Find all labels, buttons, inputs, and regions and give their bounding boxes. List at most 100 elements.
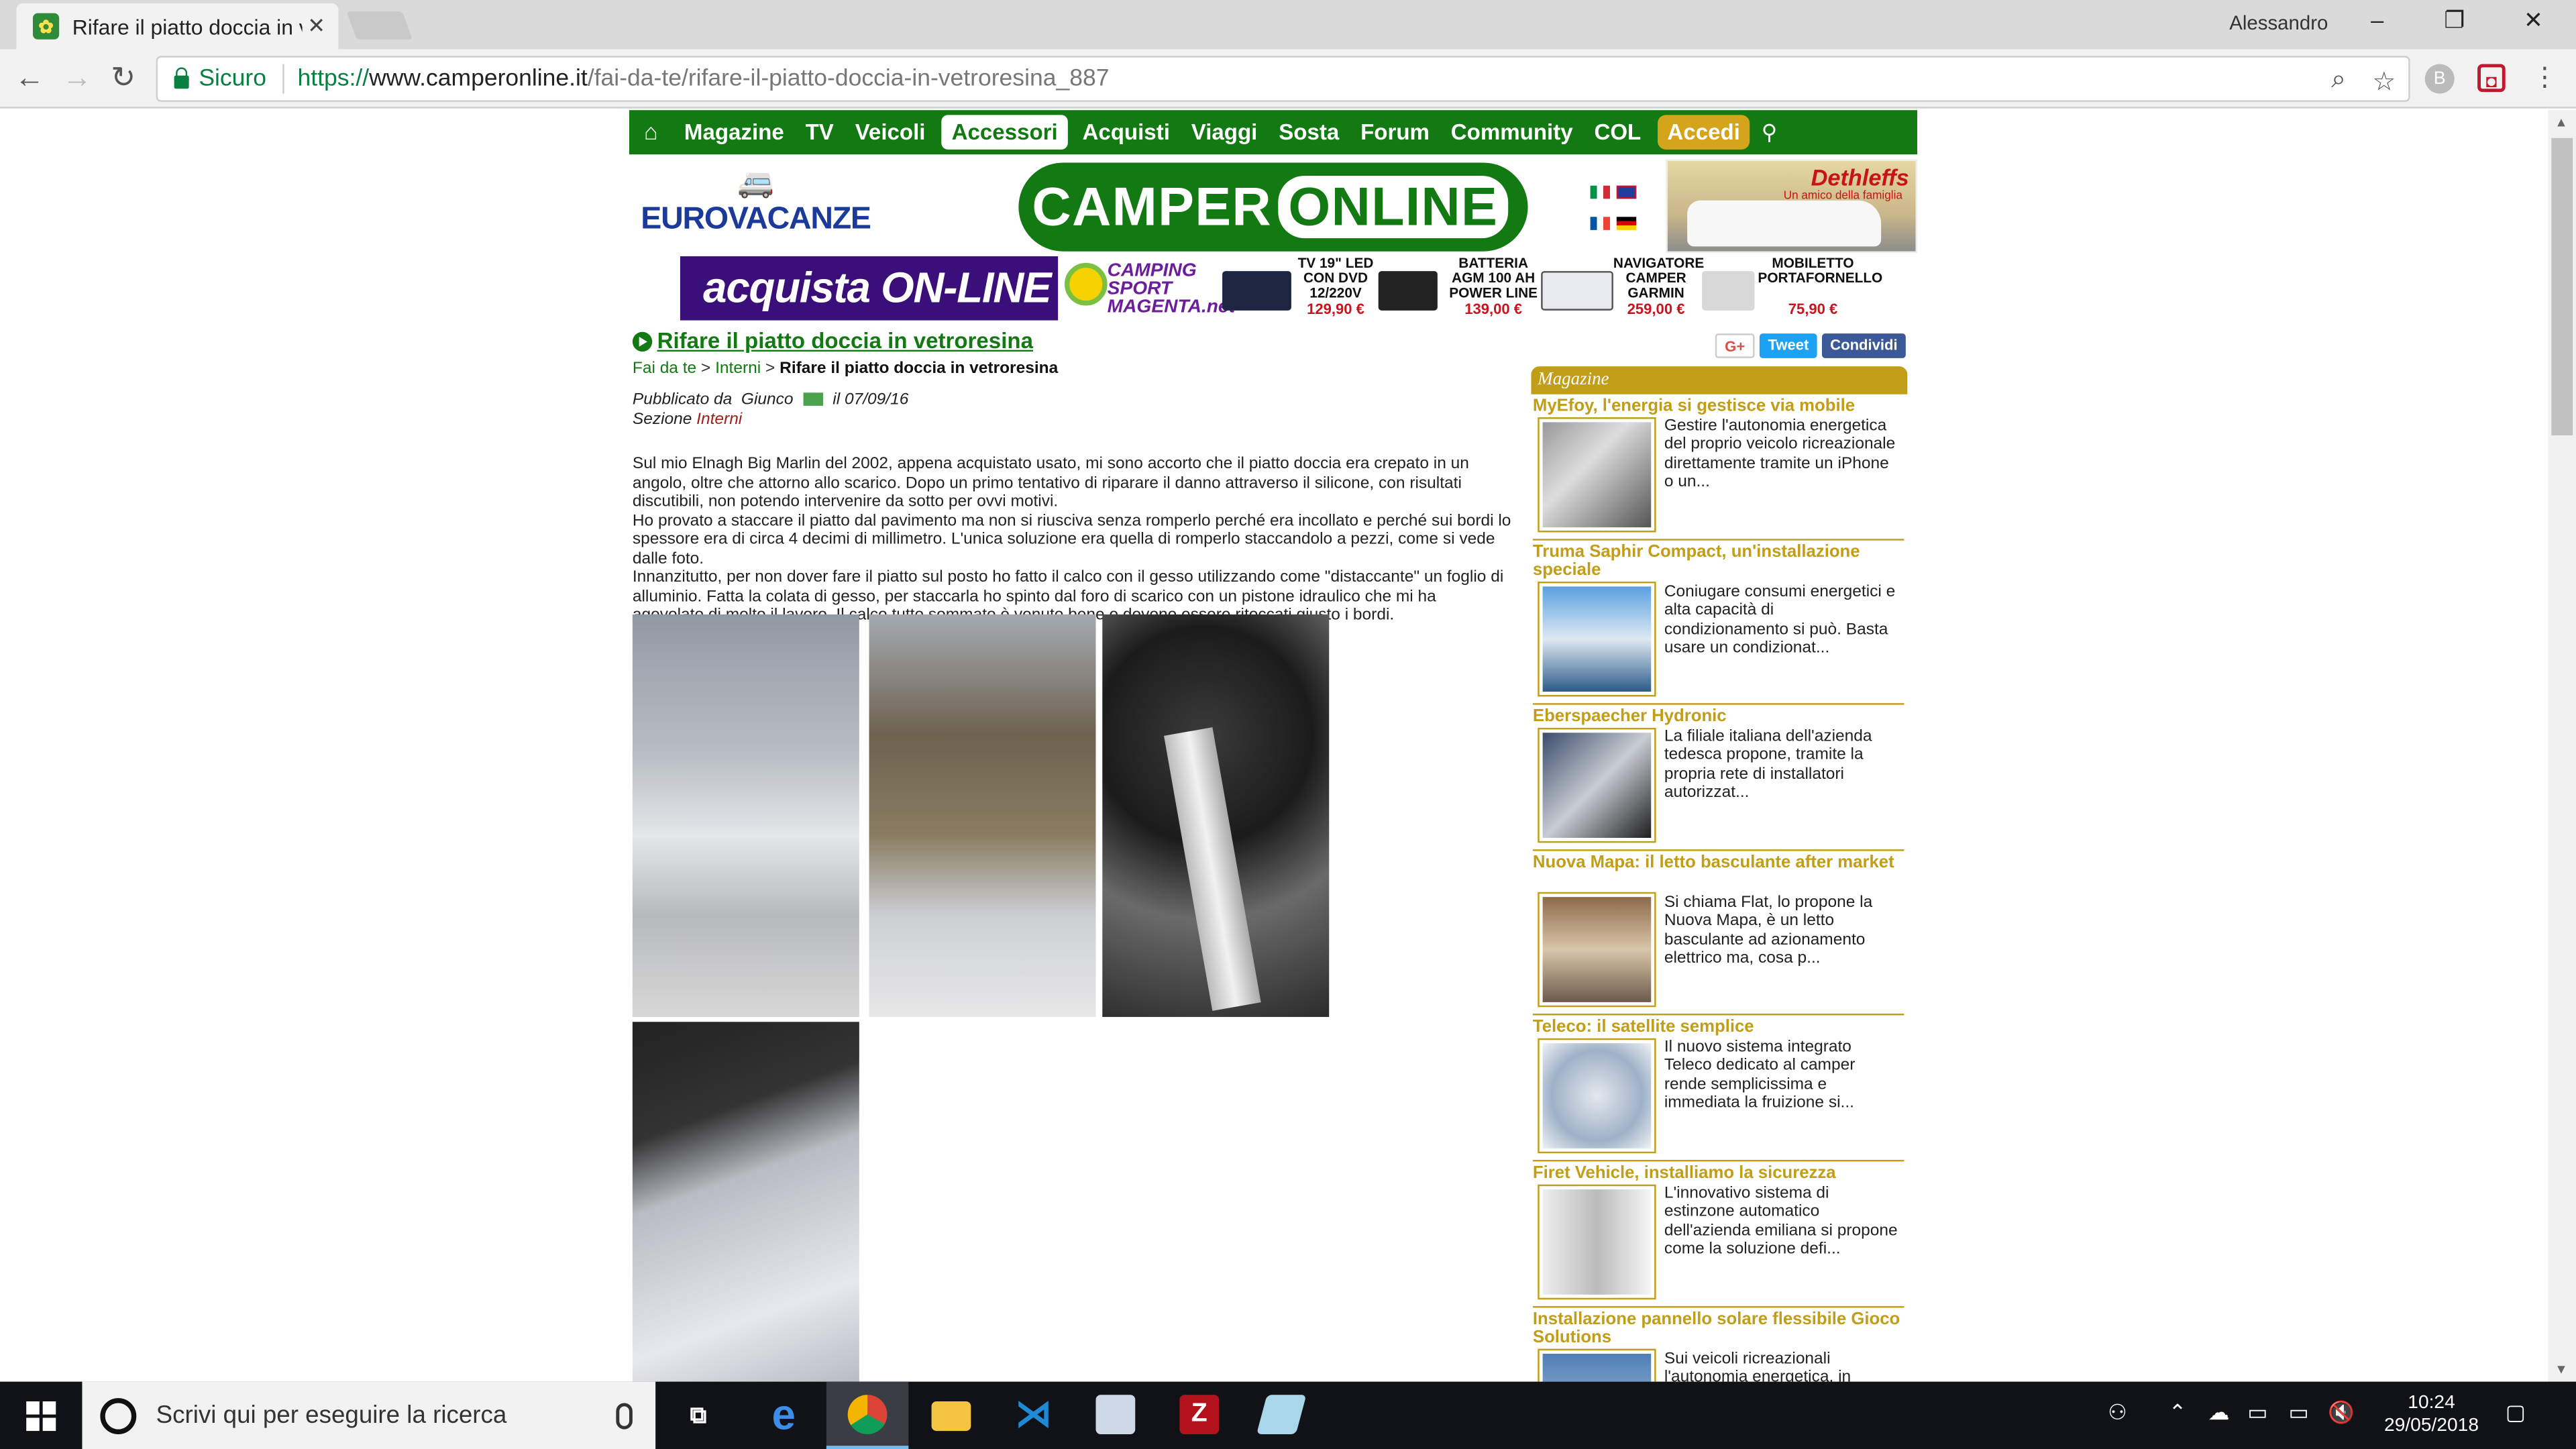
menu-item-accessori[interactable]: Accessori <box>941 115 1068 150</box>
extension-b-icon[interactable]: B <box>2424 64 2455 94</box>
section-link[interactable]: Interni <box>696 411 742 429</box>
magazine-thumb[interactable] <box>1538 1184 1656 1300</box>
magazine-item-title[interactable]: Teleco: il satellite semplice <box>1533 1018 1902 1036</box>
forward-arrow-icon[interactable]: → <box>58 61 97 95</box>
edge-browser-icon[interactable]: e <box>764 1393 804 1436</box>
author[interactable]: Giunco <box>741 391 794 409</box>
zoom-icon[interactable]: ⌕ <box>2331 66 2346 95</box>
menu-dots-icon[interactable]: ⋮ <box>2530 64 2559 94</box>
onedrive-icon[interactable]: ☁ <box>2208 1400 2229 1426</box>
menu-item-sosta[interactable]: Sosta <box>1269 115 1349 149</box>
menu-item-veicoli[interactable]: Veicoli <box>845 115 935 149</box>
breadcrumb-interni[interactable]: Interni <box>715 360 761 378</box>
magazine-thumb[interactable] <box>1538 1348 1656 1382</box>
notifications-icon[interactable]: ▢ <box>2506 1400 2526 1426</box>
magazine-item-title[interactable]: Truma Saphir Compact, un'installazione s… <box>1533 543 1902 580</box>
magazine-item[interactable]: Eberspaecher Hydronic La filiale italian… <box>1532 707 1904 851</box>
filezilla-icon[interactable]: Z <box>1179 1395 1220 1434</box>
menu-item-community[interactable]: Community <box>1441 115 1582 149</box>
chrome-icon[interactable] <box>847 1395 888 1434</box>
close-window-button[interactable]: ✕ <box>2497 7 2569 35</box>
restore-button[interactable]: ❐ <box>2418 7 2491 35</box>
promo-product[interactable]: BATTERIA AGM 100 AH POWER LINE 139,00 € <box>1378 256 1543 321</box>
tweet-button[interactable]: Tweet <box>1760 333 1817 358</box>
battery-icon[interactable]: ▭ <box>2247 1400 2267 1426</box>
magazine-thumb[interactable] <box>1538 581 1656 697</box>
magazine-item[interactable]: Nuova Mapa: il letto basculante after ma… <box>1532 853 1904 1016</box>
promo-product[interactable]: NAVIGATORE CAMPER GARMIN 259,00 € <box>1541 256 1704 321</box>
flag-uk-icon[interactable] <box>1616 185 1637 199</box>
vertical-scrollbar[interactable]: ▲ ▼ <box>2548 110 2576 1382</box>
extension-shield-icon[interactable]: ◘ <box>2477 64 2506 93</box>
address-bar[interactable]: Sicuro https://www.camperonline.it/fai-d… <box>156 56 2410 102</box>
scrollbar-thumb[interactable] <box>2551 138 2573 435</box>
magazine-thumb[interactable] <box>1538 417 1656 533</box>
profile-name[interactable]: Alessandro <box>2229 11 2328 34</box>
photo-plaster-cast[interactable] <box>869 614 1096 1017</box>
flag-de-icon[interactable] <box>1616 217 1637 230</box>
tray-chevron-icon[interactable]: ⌃ <box>2169 1400 2187 1426</box>
volume-muted-icon[interactable]: 🔇 <box>2328 1400 2355 1426</box>
notes-app-icon[interactable] <box>1256 1395 1307 1434</box>
minimize-button[interactable]: – <box>2341 7 2414 33</box>
facebook-share-button[interactable]: Condividi <box>1821 333 1906 358</box>
task-view-icon[interactable]: ⧉ <box>678 1395 718 1434</box>
camperonline-logo[interactable]: CAMPER ONLINE <box>1018 162 1528 252</box>
mail-icon[interactable] <box>803 393 823 407</box>
magazine-item-title[interactable]: Eberspaecher Hydronic <box>1533 707 1902 727</box>
menu-item-col[interactable]: COL <box>1585 115 1651 149</box>
magazine-item[interactable]: Truma Saphir Compact, un'installazione s… <box>1532 543 1904 705</box>
reload-icon[interactable]: ↻ <box>103 61 143 95</box>
photo-hydraulic-piston[interactable] <box>1102 614 1330 1017</box>
promo-product[interactable]: MOBILETTO PORTAFORNELLO 75,90 € <box>1702 256 1882 321</box>
3d-box-icon[interactable] <box>1095 1395 1136 1434</box>
photo-finished-cast[interactable] <box>632 1022 859 1382</box>
browser-tab[interactable]: ✿ Rifare il piatto doccia in v ✕ <box>16 3 339 50</box>
magazine-item-title[interactable]: MyEfoy, l'energia si gestisce via mobile <box>1533 396 1902 416</box>
search-icon[interactable]: ⚲ <box>1762 119 1777 146</box>
promo-product[interactable]: TV 19" LED CON DVD 12/220V 129,90 € <box>1222 256 1379 321</box>
dethleffs-ad[interactable]: Dethleffs Un amico della famiglia <box>1666 159 1917 254</box>
magazine-item[interactable]: Installazione pannello solare flessibile… <box>1533 1310 1902 1382</box>
bookmark-star-icon[interactable]: ☆ <box>2372 66 2396 99</box>
cortana-icon[interactable] <box>100 1397 137 1434</box>
eurovacanze-ad[interactable]: 🚐 EUROVACANZE <box>633 166 879 245</box>
photo-shower-tray[interactable] <box>632 614 859 1017</box>
magazine-item[interactable]: Firet Vehicle, installiamo la sicurezza … <box>1532 1164 1904 1308</box>
magazine-item-title[interactable]: Nuova Mapa: il letto basculante after ma… <box>1533 853 1902 872</box>
magazine-thumb[interactable] <box>1538 892 1656 1008</box>
vscode-icon[interactable]: ⋊ <box>1014 1394 1053 1434</box>
home-icon[interactable]: ⌂ <box>629 115 673 149</box>
article-title[interactable]: Rifare il piatto doccia in vetroresina <box>632 329 1519 354</box>
menu-item-acquisti[interactable]: Acquisti <box>1073 115 1180 149</box>
file-explorer-icon[interactable] <box>931 1401 971 1432</box>
close-tab-icon[interactable]: ✕ <box>307 13 325 40</box>
magazine-thumb[interactable] <box>1538 727 1656 843</box>
new-tab-button[interactable] <box>346 11 413 40</box>
network-icon[interactable]: ▭ <box>2288 1400 2308 1426</box>
menu-item-viaggi[interactable]: Viaggi <box>1181 115 1267 149</box>
menu-item-forum[interactable]: Forum <box>1350 115 1439 149</box>
magazine-item[interactable]: MyEfoy, l'energia si gestisce via mobile… <box>1532 396 1904 541</box>
microphone-icon[interactable] <box>616 1402 633 1429</box>
back-arrow-icon[interactable]: ← <box>10 61 50 95</box>
people-icon[interactable]: ⚇ <box>2108 1400 2127 1426</box>
google-plus-button[interactable]: G+ <box>1715 333 1755 358</box>
page-viewport: ⌂ Magazine TV Veicoli Accessori Acquisti… <box>0 110 2576 1382</box>
menu-item-magazine[interactable]: Magazine <box>674 115 794 149</box>
magazine-item[interactable]: Teleco: il satellite semplice Il nuovo s… <box>1532 1018 1904 1162</box>
magazine-thumb[interactable] <box>1538 1038 1656 1154</box>
taskbar-clock[interactable]: 10:24 29/05/2018 <box>2374 1391 2489 1438</box>
scroll-up-icon[interactable]: ▲ <box>2555 115 2567 129</box>
windows-start-icon[interactable] <box>26 1401 56 1432</box>
flag-fr-icon[interactable] <box>1590 217 1611 230</box>
menu-item-tv[interactable]: TV <box>796 115 844 149</box>
login-button[interactable]: Accedi <box>1657 115 1750 150</box>
magazine-item-title[interactable]: Installazione pannello solare flessibile… <box>1533 1310 1902 1347</box>
taskbar-search-box[interactable]: Scrivi qui per eseguire la ricerca <box>82 1381 656 1449</box>
breadcrumb-fai-da-te[interactable]: Fai da te <box>633 360 696 378</box>
scroll-down-icon[interactable]: ▼ <box>2555 1362 2567 1377</box>
promo-banner[interactable]: acquista ON-LINE CAMPING SPORT MAGENTA.n… <box>680 256 1882 321</box>
flag-it-icon[interactable] <box>1590 185 1611 199</box>
magazine-item-title[interactable]: Firet Vehicle, installiamo la sicurezza <box>1533 1164 1902 1183</box>
